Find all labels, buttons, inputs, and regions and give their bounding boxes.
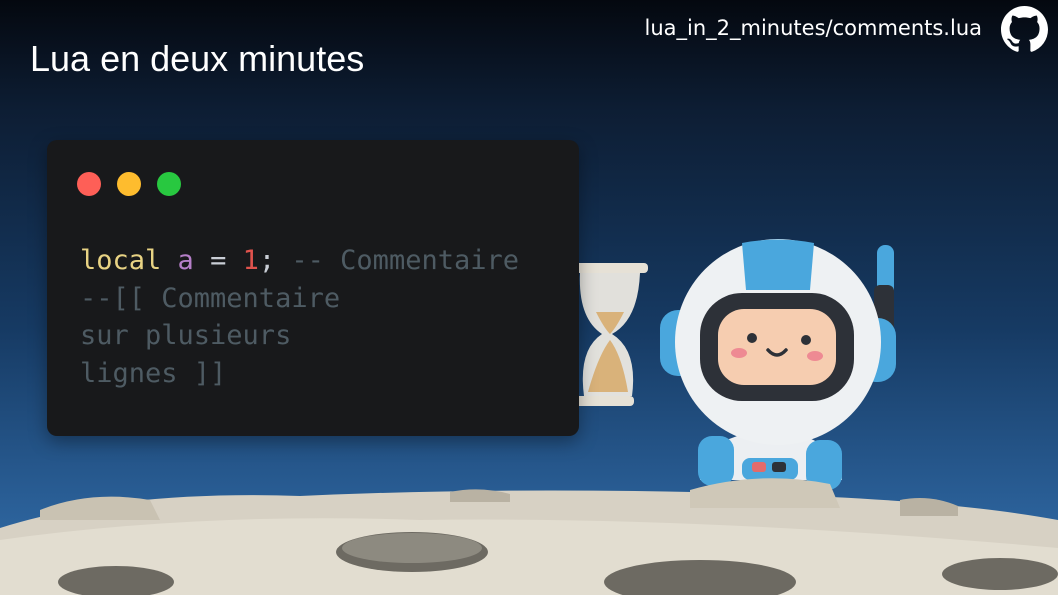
astronaut-illustration: [660, 239, 896, 490]
github-icon[interactable]: [1001, 6, 1048, 53]
window-maximize-dot: [157, 172, 181, 196]
code-block-comment-line: sur plusieurs: [80, 320, 292, 351]
code-variable: a: [177, 245, 194, 276]
window-close-dot: [77, 172, 101, 196]
code-block-comment-line: --[[ Commentaire: [80, 282, 341, 314]
file-path: lua_in_2_minutes/comments.lua: [644, 16, 983, 40]
code-semicolon: ;: [258, 245, 276, 276]
window-minimize-dot: [117, 172, 141, 196]
code-operator: =: [210, 245, 227, 276]
code-block: local a = 1; -- Commentaire --[[ Comment…: [80, 242, 519, 392]
hourglass-icon: [572, 263, 648, 406]
code-block-comment-line: lignes ]]: [80, 357, 227, 389]
moon-surface: [0, 478, 1058, 595]
code-keyword: local: [80, 245, 162, 276]
page-title: Lua en deux minutes: [30, 38, 365, 79]
code-line-comment: -- Commentaire: [291, 245, 519, 276]
code-window: local a = 1; -- Commentaire --[[ Comment…: [47, 140, 579, 436]
code-number: 1: [242, 245, 259, 276]
